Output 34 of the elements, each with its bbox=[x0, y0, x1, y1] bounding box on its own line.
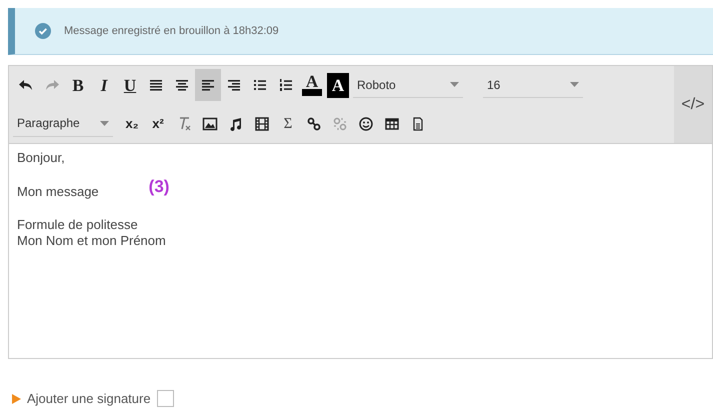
table-icon bbox=[384, 116, 400, 132]
numbered-list-icon bbox=[278, 77, 294, 94]
signature-checkbox[interactable] bbox=[156, 390, 174, 408]
sum-button[interactable]: Σ bbox=[275, 108, 301, 140]
link-icon bbox=[306, 116, 322, 132]
annotation-number: (3) bbox=[148, 177, 170, 196]
broken-link-icon bbox=[332, 116, 348, 132]
align-justify-icon bbox=[148, 77, 164, 94]
image-icon bbox=[202, 116, 218, 132]
caret-icon bbox=[570, 82, 579, 88]
paragraph-format-dropdown[interactable]: Paragraphe bbox=[13, 110, 113, 137]
italic-button[interactable]: I bbox=[91, 69, 117, 102]
align-left-button[interactable] bbox=[195, 69, 221, 102]
music-note-icon bbox=[228, 116, 244, 132]
film-icon bbox=[254, 116, 270, 132]
font-family-dropdown[interactable]: Roboto bbox=[353, 72, 463, 98]
save-status-text: Message enregistré en brouillon à 18h32:09 bbox=[64, 24, 279, 39]
align-center-icon bbox=[174, 77, 190, 94]
align-left-icon bbox=[200, 77, 216, 94]
smiley-icon bbox=[358, 116, 374, 132]
underline-button[interactable]: U bbox=[117, 69, 143, 102]
align-right-icon bbox=[226, 77, 242, 94]
bold-button[interactable]: B bbox=[65, 69, 91, 102]
message-line: Mon message bbox=[17, 184, 99, 199]
message-line: Bonjour, bbox=[17, 150, 65, 165]
script-button[interactable]: x₂ bbox=[119, 108, 145, 140]
script-button[interactable]: x² bbox=[145, 108, 171, 140]
check-circle-icon bbox=[35, 23, 51, 39]
caret-icon bbox=[450, 82, 459, 88]
signature-label: Ajouter une signature bbox=[27, 390, 151, 408]
caret-icon bbox=[100, 120, 109, 126]
message-line: Formule de politesse Mon Nom et mon Prénom bbox=[17, 217, 166, 248]
font-size-dropdown[interactable]: 16 bbox=[483, 72, 583, 98]
source-code-button[interactable]: </> bbox=[674, 66, 712, 143]
